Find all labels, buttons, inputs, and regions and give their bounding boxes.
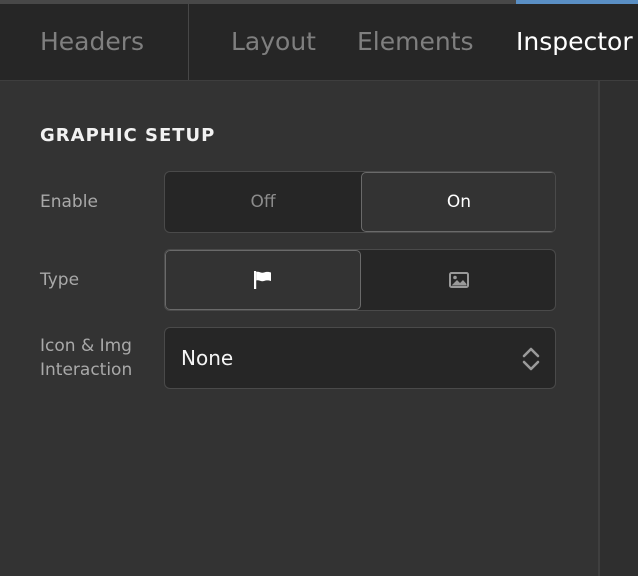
select-arrows-icon bbox=[522, 347, 540, 371]
interaction-select-value: None bbox=[181, 346, 234, 370]
right-column bbox=[600, 81, 638, 576]
tab-bar: Headers Layout Elements Inspector bbox=[0, 4, 638, 81]
type-image-button[interactable] bbox=[361, 250, 555, 310]
interaction-label: Icon & Img Interaction bbox=[40, 336, 133, 380]
enable-toggle: Off On bbox=[164, 171, 556, 233]
tab-elements[interactable]: Elements bbox=[357, 4, 474, 80]
type-icon-button[interactable] bbox=[165, 250, 361, 310]
type-toggle bbox=[164, 249, 556, 311]
tab-inspector[interactable]: Inspector bbox=[516, 4, 633, 80]
flag-icon bbox=[254, 271, 271, 289]
tab-layout[interactable]: Layout bbox=[231, 4, 316, 80]
enable-on-button[interactable]: On bbox=[361, 172, 555, 232]
image-icon bbox=[449, 272, 469, 288]
tab-divider bbox=[188, 4, 189, 80]
enable-label: Enable bbox=[40, 192, 98, 212]
tab-headers[interactable]: Headers bbox=[40, 4, 144, 80]
type-label: Type bbox=[40, 270, 80, 290]
enable-off-button[interactable]: Off bbox=[165, 172, 361, 232]
section-title: GRAPHIC SETUP bbox=[40, 125, 216, 146]
interaction-select[interactable]: None bbox=[164, 327, 556, 389]
